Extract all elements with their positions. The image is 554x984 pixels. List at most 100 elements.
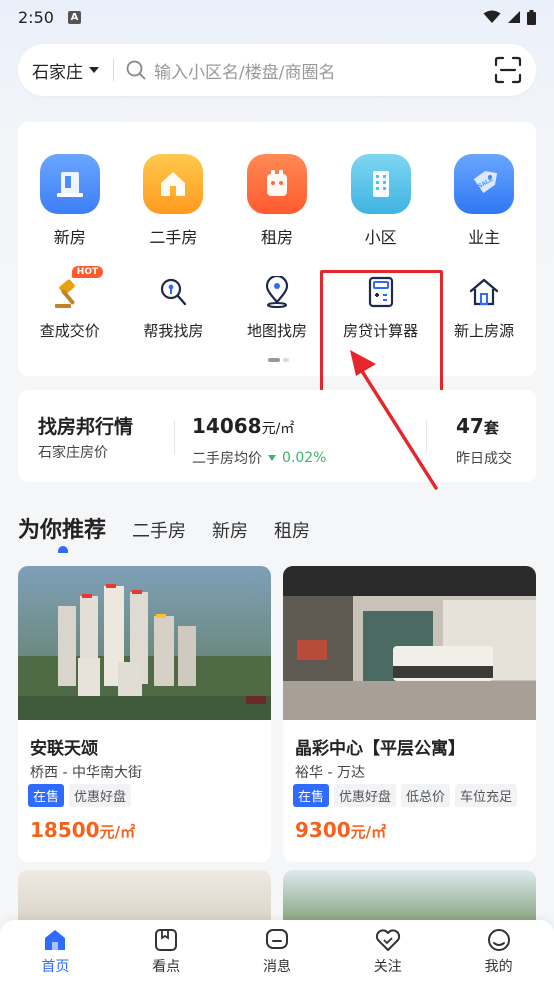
scan-icon[interactable]: [494, 56, 522, 84]
tab-rent[interactable]: 租房: [274, 517, 310, 543]
deal-count: 47套: [456, 414, 499, 438]
signal-icon: [508, 11, 520, 23]
nav-help-find-house[interactable]: 帮我找房: [122, 272, 226, 341]
heart-icon: [375, 929, 400, 951]
bottom-nav-follow[interactable]: 关注: [332, 920, 443, 984]
listing-location: 桥西 - 中华南大街: [30, 765, 142, 781]
listing-tag: 车位充足: [455, 784, 518, 807]
map-pin-icon: [257, 272, 297, 312]
nav-second-hand-house[interactable]: 二手房: [122, 154, 226, 248]
battery-icon: [527, 9, 536, 25]
annotation-arrow: [350, 350, 438, 490]
bottom-nav-home[interactable]: 首页: [0, 920, 111, 984]
status-bar: 2:50 A: [0, 0, 554, 34]
avg-price-row: 二手房均价 0.02%: [192, 448, 326, 468]
deal-count-label: 昨日成交: [456, 451, 512, 467]
listing-price: 9300元/㎡: [295, 818, 386, 842]
page-dot-active: [268, 358, 280, 362]
city-label: 石家庄: [32, 62, 83, 83]
primary-nav-row: 新房 二手房 租房 小区 SALE 业主: [18, 154, 536, 248]
nav-owner[interactable]: SALE 业主: [432, 154, 536, 248]
nav-new-listings[interactable]: 新上房源: [432, 272, 536, 341]
active-tab-indicator: [58, 546, 68, 553]
search-icon: [126, 60, 146, 80]
bottom-nav-discover[interactable]: 看点: [111, 920, 222, 984]
market-overview-card[interactable]: 找房邦行情 石家庄房价 14068元/㎡ 二手房均价 0.02% 47套 昨日成…: [18, 390, 536, 482]
listing-price-unit: 元/㎡: [99, 823, 136, 841]
nav-label: 查成交价: [39, 322, 100, 340]
avg-price-value: 14068: [192, 414, 262, 438]
wifi-icon: [483, 10, 501, 23]
listing-image-bedroom: [283, 566, 536, 720]
bookmark-card-icon: [155, 929, 178, 951]
nav-rent[interactable]: 租房: [225, 154, 329, 248]
bottom-nav-label: 关注: [373, 959, 402, 975]
new-house-icon: [39, 154, 100, 214]
listing-price-value: 9300: [295, 818, 351, 842]
market-title: 找房邦行情: [38, 416, 134, 438]
deal-count-unit: 套: [483, 419, 499, 437]
listing-tag: 优惠好盘: [334, 784, 397, 807]
tab-second-hand[interactable]: 二手房: [132, 517, 186, 543]
listing-tag: 在售: [293, 784, 330, 807]
profile-icon: [487, 929, 510, 951]
hot-badge: HOT: [71, 266, 104, 278]
home-icon: [45, 930, 66, 950]
listing-tag: 优惠好盘: [69, 784, 132, 807]
caret-down-icon: [89, 67, 99, 73]
listing-card[interactable]: 晶彩中心【平层公寓】 裕华 - 万达 在售 优惠好盘 低总价 车位充足 9300…: [283, 566, 536, 862]
nav-map-find-house[interactable]: 地图找房: [225, 272, 329, 341]
search-input[interactable]: 输入小区名/楼盘/商圈名: [154, 58, 494, 83]
nav-label: 帮我找房: [143, 322, 204, 340]
status-icons: [483, 9, 536, 25]
page-indicator: [268, 358, 289, 362]
nav-label: 二手房: [149, 228, 198, 247]
page-dot: [283, 358, 289, 362]
auction-hammer-icon: HOT: [50, 266, 104, 312]
avg-price-change: 0.02%: [282, 450, 327, 466]
bottom-nav: 首页 看点 消息 关注 我的: [0, 920, 554, 984]
bottom-nav-messages[interactable]: 消息: [222, 920, 333, 984]
listing-image-aerial-buildings: [18, 566, 271, 720]
nav-label: 地图找房: [246, 322, 307, 340]
bottom-nav-label: 消息: [262, 959, 291, 975]
market-subtitle: 石家庄房价: [38, 445, 108, 461]
search-divider: [113, 59, 114, 81]
listing-tags: 在售 优惠好盘 低总价 车位充足: [293, 784, 518, 807]
nav-new-house[interactable]: 新房: [18, 154, 122, 248]
search-house-icon: [153, 272, 193, 312]
notification-a-icon: A: [67, 10, 81, 24]
nav-label: 新上房源: [454, 322, 515, 340]
bottom-nav-profile[interactable]: 我的: [443, 920, 554, 984]
bottom-nav-label: 我的: [484, 959, 513, 975]
bottom-nav-label: 首页: [41, 959, 70, 975]
status-time: 2:50: [18, 7, 54, 27]
listing-tag: 低总价: [401, 784, 451, 807]
owner-sale-icon: SALE: [454, 154, 515, 214]
tab-new-house[interactable]: 新房: [212, 517, 248, 543]
secondary-nav-row: HOT 查成交价 帮我找房 地图找房 房贷计算器 新上房源: [18, 266, 536, 341]
avg-price-unit: 元/㎡: [261, 421, 295, 437]
city-selector[interactable]: 石家庄: [32, 58, 99, 83]
nav-label: 小区: [364, 228, 397, 247]
nav-label: 业主: [468, 228, 501, 247]
listing-name: 晶彩中心【平层公寓】: [295, 739, 465, 759]
tab-recommend[interactable]: 为你推荐: [18, 512, 106, 544]
recommend-tabs: 为你推荐 二手房 新房 租房: [18, 512, 310, 544]
listing-price: 18500元/㎡: [30, 818, 135, 842]
listing-price-value: 18500: [30, 818, 100, 842]
search-bar: 石家庄 输入小区名/楼盘/商圈名: [18, 44, 536, 96]
bottom-nav-label: 看点: [152, 959, 181, 975]
deal-count-value: 47: [456, 414, 484, 438]
quick-nav-card: 新房 二手房 租房 小区 SALE 业主 HOT 查成交价 帮我找房 地图找房 …: [18, 122, 536, 376]
nav-deal-price[interactable]: HOT 查成交价: [18, 266, 122, 341]
listing-name: 安联天颂: [30, 739, 98, 759]
avg-price: 14068元/㎡: [192, 414, 294, 438]
market-divider: [174, 420, 175, 454]
listing-tags: 在售 优惠好盘: [28, 784, 132, 807]
trend-down-icon: [268, 455, 276, 461]
nav-community[interactable]: 小区: [329, 154, 433, 248]
rent-icon: [246, 154, 307, 214]
nav-label: 新房: [53, 228, 86, 247]
listing-card[interactable]: 安联天颂 桥西 - 中华南大街 在售 优惠好盘 18500元/㎡: [18, 566, 271, 862]
